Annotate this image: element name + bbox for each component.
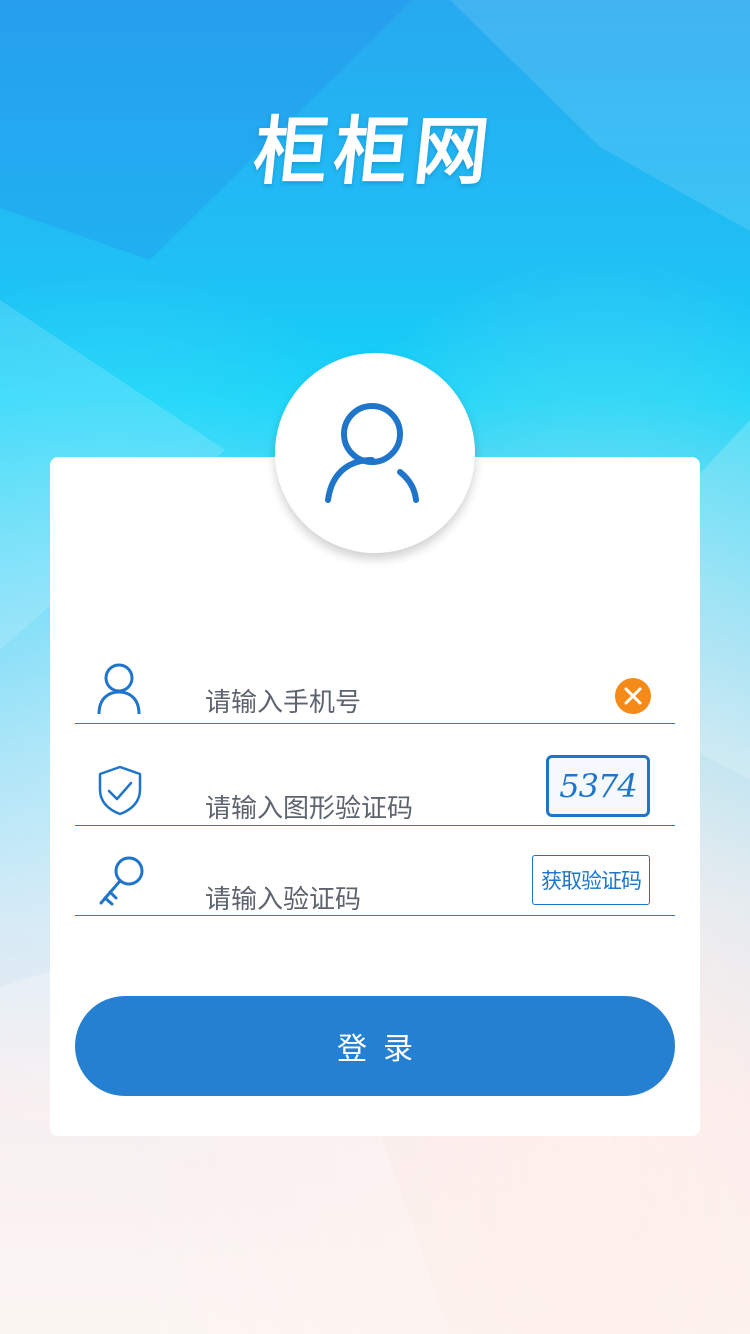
captcha-image[interactable]: 5374 bbox=[546, 755, 650, 817]
phone-input-placeholder[interactable]: 请输入手机号 bbox=[205, 682, 361, 719]
app-logo: 柜柜网 bbox=[249, 109, 499, 195]
user-icon bbox=[95, 662, 143, 720]
avatar bbox=[275, 353, 475, 553]
captcha-input-placeholder[interactable]: 请输入图形验证码 bbox=[205, 788, 413, 825]
get-code-button[interactable]: 获取验证码 bbox=[532, 855, 650, 905]
clear-button[interactable] bbox=[615, 678, 651, 714]
key-icon bbox=[95, 853, 147, 913]
login-button[interactable]: 登录 bbox=[75, 996, 675, 1096]
phone-field[interactable]: 请输入手机号 bbox=[75, 650, 675, 724]
sms-code-input-placeholder[interactable]: 请输入验证码 bbox=[205, 879, 361, 916]
user-avatar-icon bbox=[325, 403, 419, 503]
sms-code-field[interactable]: 请输入验证码 获取验证码 bbox=[75, 845, 675, 916]
close-icon bbox=[624, 687, 642, 705]
shield-check-icon bbox=[95, 764, 145, 820]
captcha-field[interactable]: 请输入图形验证码 5374 bbox=[75, 750, 675, 826]
